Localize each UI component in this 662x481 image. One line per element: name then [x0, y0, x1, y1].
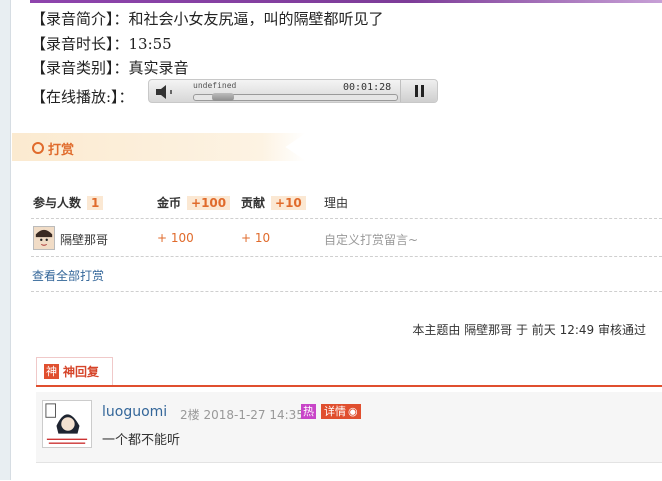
divider	[31, 256, 662, 257]
contribution-header: 贡献 +10	[241, 194, 306, 211]
top-accent-bar	[30, 0, 662, 3]
contribution-label: 贡献	[241, 196, 266, 210]
track-label: undefined	[193, 81, 237, 90]
elapsed-time: 00:01:28	[343, 82, 392, 93]
reply-username[interactable]: luoguomi	[102, 404, 167, 420]
seek-thumb[interactable]	[212, 93, 234, 101]
contribution-total: +10	[271, 196, 306, 210]
pause-icon	[415, 85, 418, 97]
reward-header: 打赏	[12, 133, 306, 161]
recording-category: 【录音类别】：真实录音	[31, 59, 189, 77]
online-play-label: 【在线播放:】：	[31, 88, 134, 106]
god-reply-divider	[36, 385, 662, 387]
reply-content: 一个都不能听	[102, 433, 181, 448]
hot-badge: 热	[301, 404, 316, 419]
reward-row-name[interactable]: 隔壁那哥	[60, 231, 108, 248]
detail-link[interactable]: 详情 ◉	[321, 404, 361, 419]
pause-icon	[421, 85, 424, 97]
recording-intro: 【录音简介】：和社会小女友尻逼，叫的隔壁都听见了	[31, 10, 384, 28]
audit-notice: 本主题由 隔壁那哥 于 前天 12:49 审核通过	[412, 323, 646, 337]
view-all-rewards-link[interactable]: 查看全部打赏	[32, 267, 104, 284]
participants-header: 参与人数 1	[33, 194, 104, 211]
reward-title: 打赏	[48, 143, 75, 158]
divider	[31, 218, 662, 219]
circle-icon	[32, 142, 44, 154]
participants-label: 参与人数	[33, 196, 82, 210]
reward-row-reason: 自定义打赏留言~	[324, 233, 419, 247]
left-rail	[0, 0, 11, 480]
location-pin-icon: ◉	[348, 405, 358, 418]
volume-icon[interactable]	[153, 83, 179, 101]
god-badge-icon: 神	[44, 364, 59, 379]
gold-label: 金币	[157, 196, 182, 210]
audio-player: undefined 00:01:28	[148, 79, 438, 103]
gold-header: 金币 +100	[157, 194, 231, 211]
reply-avatar[interactable]	[42, 400, 92, 448]
avatar[interactable]	[33, 226, 55, 250]
seek-bar[interactable]	[193, 93, 398, 101]
god-reply-tab[interactable]: 神 神回复	[36, 357, 113, 385]
avatar-face-icon	[34, 227, 54, 249]
recording-duration: 【录音时长】：13:55	[31, 35, 172, 53]
gold-total: +100	[187, 196, 231, 210]
reason-header: 理由	[324, 196, 349, 210]
reply-meta: 2楼 2018-1-27 14:35	[180, 408, 304, 422]
participants-count: 1	[87, 196, 104, 210]
reward-row-contribution: + 10	[241, 231, 271, 245]
avatar-anime-icon	[43, 401, 91, 447]
detail-label: 详情	[324, 405, 346, 418]
bottom-divider	[36, 462, 662, 481]
reward-row-gold: + 100	[157, 231, 194, 245]
divider	[31, 291, 662, 292]
pause-button[interactable]	[400, 80, 437, 102]
god-reply-label: 神回复	[63, 365, 100, 379]
god-reply-post: luoguomi 2楼 2018-1-27 14:35 热 详情 ◉ 一个都不能听	[36, 392, 662, 462]
